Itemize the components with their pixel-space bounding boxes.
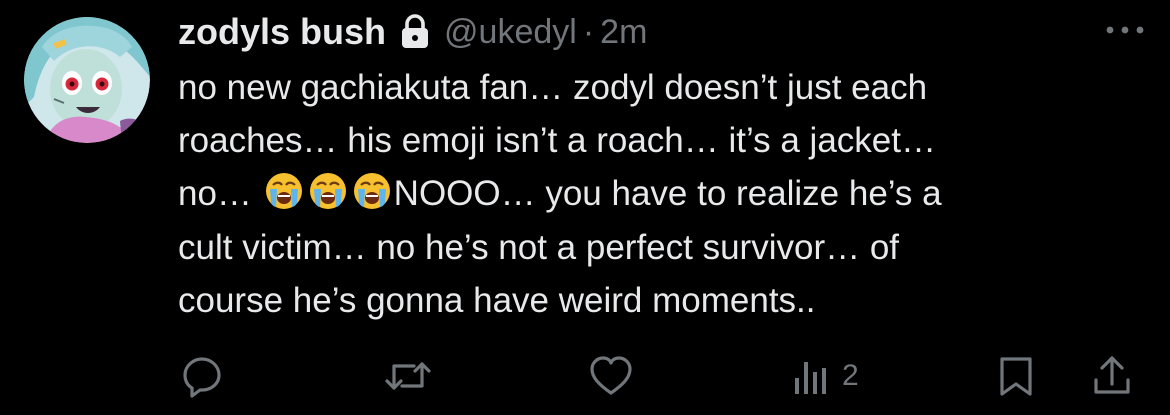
timestamp[interactable]: 2m [600, 13, 647, 52]
tweet-text-line: no new gachiakuta fan… zodyl doesn’t jus… [178, 68, 928, 107]
heart-icon [588, 354, 634, 398]
tweet-text: no new gachiakuta fan… zodyl doesn’t jus… [178, 61, 1138, 327]
views-icon [792, 354, 832, 398]
views-count: 2 [842, 359, 859, 392]
header-separator: · [582, 12, 595, 51]
tweet-header: zodyls bush @ukedyl · 2m [178, 8, 647, 56]
loudly-crying-face-icon [264, 171, 304, 211]
lock-icon [400, 13, 430, 51]
tweet-text-line: roaches… his emoji isn’t a roach… it’s a… [178, 121, 936, 161]
tweet-text-line: no… NOOO… you have to realize he’s a [178, 167, 1138, 220]
loudly-crying-face-icon [308, 171, 348, 211]
more-options-icon[interactable] [1100, 18, 1150, 42]
bookmark-button[interactable] [996, 354, 1036, 398]
like-button[interactable] [588, 354, 634, 398]
views-button[interactable]: 2 [792, 354, 859, 398]
tweet[interactable]: zodyls bush @ukedyl · 2m no new gachiaku… [0, 0, 1170, 415]
share-button[interactable] [1092, 354, 1132, 398]
repost-button[interactable] [384, 354, 432, 398]
username-handle[interactable]: @ukedyl [444, 13, 577, 52]
tweet-text-segment: no… [178, 174, 252, 214]
display-name[interactable]: zodyls bush [178, 11, 386, 53]
tweet-text-line: course he’s gonna have weird moments.. [178, 280, 816, 320]
share-icon [1092, 354, 1132, 398]
tweet-text-line: cult victim… no he’s not a perfect survi… [178, 227, 900, 267]
reply-icon [180, 354, 224, 398]
avatar[interactable] [24, 17, 150, 143]
reply-button[interactable] [180, 354, 224, 398]
repost-icon [384, 354, 432, 398]
loudly-crying-face-icon [352, 171, 392, 211]
action-bar: 2 [0, 340, 1170, 410]
tweet-text-segment: NOOO… you have to realize he’s a [393, 174, 942, 214]
bookmark-icon [996, 354, 1036, 398]
